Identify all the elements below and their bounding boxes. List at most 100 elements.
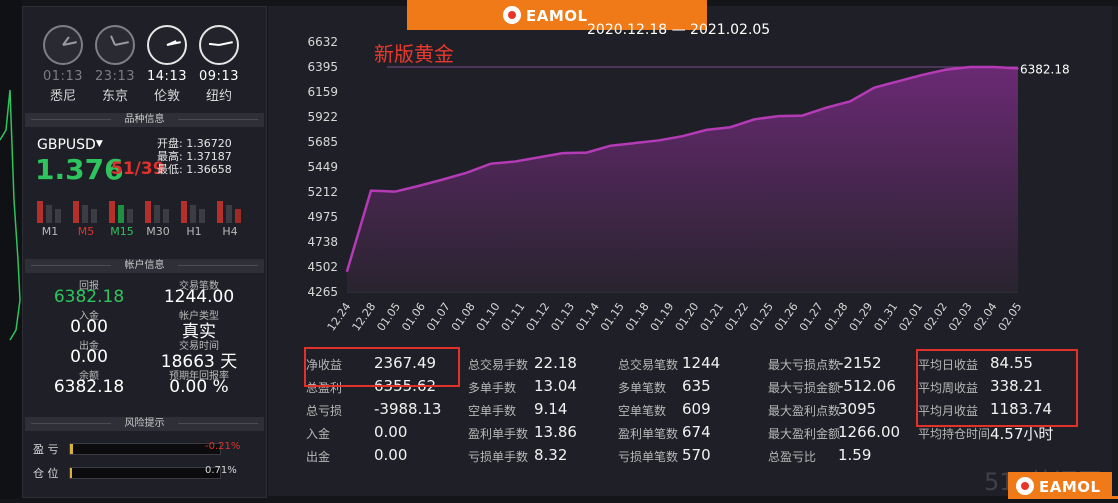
open-price: 开盘: 1.36720 [157,137,232,150]
right-scrollbar[interactable] [1112,6,1118,496]
x-tick-label: 02.04 [971,300,1000,333]
brand-logo: EAMOL [503,6,588,25]
equity-point [561,152,564,154]
strength-bar [118,205,124,223]
x-tick-label: 01.08 [449,300,478,333]
y-tick-label: 4738 [307,235,338,249]
y-tick-label: 4502 [307,260,338,274]
x-tick-label: 01.20 [673,300,702,333]
stat-key: 总盈亏比 [768,450,817,464]
timeframe-m15[interactable]: M15 [107,195,137,238]
account-section-title: 帐户信息 [25,259,264,273]
risk-bar [69,443,221,455]
stat-value: -3988.13 [374,400,442,418]
timeframe-label: M5 [77,225,95,238]
logo-text: EAMOL [526,7,588,25]
clock-time: 14:13 [147,69,187,84]
stat-value: 0.00 [374,423,408,441]
risk-value: -0.21% [205,441,241,452]
clock-city: 悉尼 [49,89,76,104]
hour-hand [208,42,220,46]
strength-bar [91,209,97,223]
stat-key: 最大亏损点数 [768,358,841,372]
equity-point [729,126,732,129]
x-tick-label: 02.03 [946,300,975,333]
equity-point [897,80,899,83]
x-tick-label: 01.27 [797,300,826,333]
stat-value: 635 [682,377,711,395]
stat-value: 609 [682,400,711,418]
last-value-label: 6382.18 [1020,62,1070,76]
x-tick-label: 01.22 [722,300,751,333]
strength-bar [199,209,205,223]
x-tick-label: 02.01 [896,300,925,333]
strength-bar [235,209,241,223]
equity-point [633,142,636,144]
clock-face-icon [95,25,135,65]
y-tick-label: 4975 [307,210,338,224]
x-tick-label: 01.14 [573,300,602,333]
strength-bar [190,205,196,223]
strength-bars [36,195,64,223]
x-tick-label: 01.07 [424,300,453,333]
stat-key: 总交易手数 [468,358,529,372]
account-value: 1244.00 [163,287,235,307]
low-price: 最低: 1.36658 [157,163,232,176]
equity-point [921,74,923,76]
timeframe-m1[interactable]: M1 [35,195,65,238]
stat-value: 1266.00 [838,423,901,441]
account-value: 0.00 [70,347,108,367]
stat-value: 1244 [682,354,721,372]
x-tick-label: 01.10 [474,300,503,333]
x-tick-label: 01.13 [548,300,577,333]
y-tick-label: 5685 [307,135,338,149]
stat-value: 570 [682,446,711,464]
equity-point [657,139,660,142]
clock: 09:13 纽约 [195,25,243,104]
footer-logo: EAMOL [1008,472,1118,499]
stat-value: 8.32 [534,446,568,464]
average-returns-highlight [916,349,1078,427]
strength-bar [109,201,115,223]
x-tick-label: 01.31 [871,300,900,333]
timeframe-m5[interactable]: M5 [71,195,101,238]
x-tick-label: 01.28 [822,300,851,333]
equity-point [705,129,708,131]
strength-bars [144,195,172,223]
x-tick-label: 01.18 [623,300,652,333]
strength-bar [145,201,151,223]
x-tick-label: 01.29 [847,300,876,333]
strength-bar [37,201,43,223]
stat-key: 出金 [306,450,331,464]
risk-bar-fill [70,468,72,478]
stat-value: 674 [682,423,711,441]
timeframe-h1[interactable]: H1 [179,195,209,238]
clock-face-icon [147,25,187,65]
equity-point [825,106,828,109]
strength-bar [154,205,160,223]
stat-key: 多单手数 [468,381,517,395]
clock-time: 23:13 [95,69,135,84]
strength-bar [46,205,52,223]
strength-bar [163,209,169,223]
x-tick-label: 01.19 [648,300,677,333]
y-tick-label: 6395 [307,60,338,74]
stat-key: 最大亏损金额 [768,381,841,395]
equity-point [394,190,396,193]
strength-bar [181,201,187,223]
symbol-selector[interactable]: GBPUSD▼ [37,137,103,153]
risk-bar-fill [70,444,73,454]
equity-point [513,160,516,163]
strength-bar [55,209,61,223]
timeframe-h4[interactable]: H4 [215,195,245,238]
timeframe-m30[interactable]: M30 [143,195,173,238]
timeframe-label: M30 [146,225,170,238]
account-value: 0.00 [70,317,108,337]
stat-key: 最大盈利点数 [768,404,841,418]
strength-bars [108,195,136,223]
account-value: 6382.18 [53,287,125,307]
equity-point [681,135,684,138]
equity-point [777,115,780,117]
left-edge-strip [0,0,22,499]
stat-value: -2152 [838,354,882,372]
